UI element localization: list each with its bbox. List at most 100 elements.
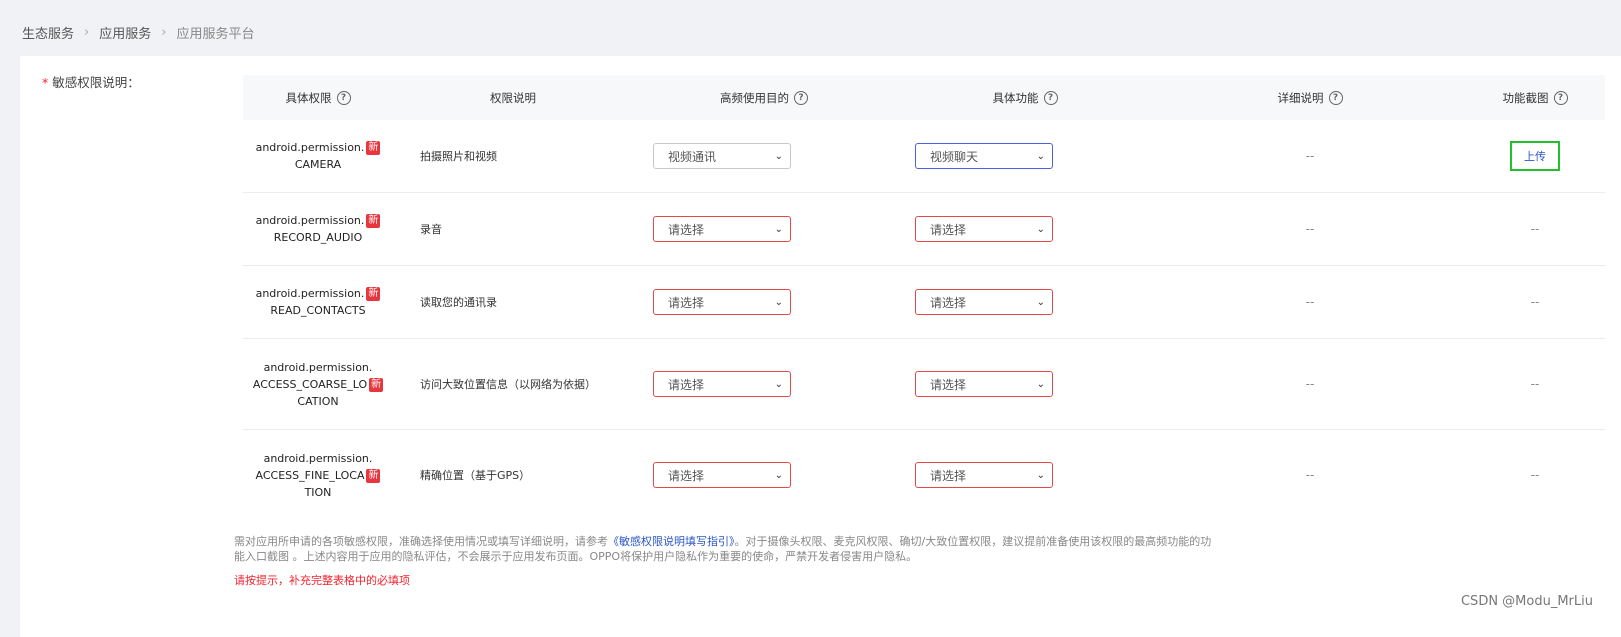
permission-cell: android.permission. 新 READ_CONTACTS — [243, 266, 393, 338]
new-badge: 新 — [366, 287, 381, 301]
screenshot-cell: -- — [1465, 339, 1605, 429]
select-value: 视频通讯 — [668, 149, 717, 164]
chevron-down-icon: ⌄ — [774, 378, 783, 390]
watermark: CSDN @Modu_MrLiu — [1460, 594, 1593, 609]
form-panel: * 敏感权限说明： 具体权限? 权限说明 高频使用目的? 具体功能? 详细说明? … — [20, 56, 1621, 637]
breadcrumb-item-ecosystem[interactable]: 生态服务 — [22, 23, 74, 42]
screenshot-value: -- — [1530, 222, 1540, 236]
permission-prefix: android.permission. — [255, 214, 365, 227]
description-cell: 访问大致位置信息（以网络为依据） — [420, 378, 596, 391]
feature-select[interactable]: 请选择 ⌄ — [915, 216, 1053, 242]
header-permission: 具体权限? — [243, 90, 393, 106]
help-icon[interactable]: ? — [1328, 90, 1343, 105]
breadcrumb-item-current: 应用服务平台 — [176, 26, 255, 42]
table-row: android.permission. 新 CAMERA 拍摄照片和视频 视频通讯… — [243, 120, 1605, 193]
guide-link[interactable]: 《敏感权限说明填写指引》 — [608, 535, 735, 548]
permission-name: android.permission. ACCESS_COARSE_LO 新 CA… — [252, 359, 384, 410]
permission-suffix: ACCESS_FINE_LOCA — [255, 468, 365, 482]
select-value: 视频聊天 — [930, 149, 979, 164]
purpose-cell: 请选择 ⌄ — [633, 193, 895, 265]
permission-prefix: android.permission. — [255, 287, 365, 300]
detail-cell: -- — [1155, 193, 1465, 265]
breadcrumb-separator-icon: › — [84, 24, 90, 40]
permission-suffix: RECORD_AUDIO — [273, 231, 363, 244]
permission-suffix-continued: CATION — [297, 394, 339, 408]
header-description: 权限说明 — [393, 90, 633, 106]
purpose-select[interactable]: 请选择 ⌄ — [653, 216, 791, 242]
select-value: 请选择 — [668, 377, 705, 392]
new-badge: 新 — [369, 377, 384, 392]
permission-name: android.permission. 新 READ_CONTACTS — [256, 285, 381, 319]
help-icon[interactable]: ? — [336, 90, 351, 105]
purpose-select[interactable]: 请选择 ⌄ — [653, 289, 791, 315]
purpose-select[interactable]: 请选择 ⌄ — [653, 371, 791, 397]
detail-cell: -- — [1155, 266, 1465, 338]
chevron-down-icon: ⌄ — [1036, 378, 1045, 390]
purpose-cell: 请选择 ⌄ — [633, 266, 895, 338]
feature-select[interactable]: 视频聊天 ⌄ — [915, 143, 1053, 169]
detail-value: -- — [1305, 222, 1315, 236]
header-label: 权限说明 — [490, 90, 536, 105]
header-feature: 具体功能? — [895, 90, 1155, 106]
screenshot-value: -- — [1530, 377, 1540, 391]
help-icon[interactable]: ? — [1553, 90, 1568, 105]
purpose-select[interactable]: 视频通讯 ⌄ — [653, 143, 791, 169]
table-header: 具体权限? 权限说明 高频使用目的? 具体功能? 详细说明? 功能截图? — [243, 75, 1605, 120]
feature-select[interactable]: 请选择 ⌄ — [915, 371, 1053, 397]
feature-select[interactable]: 请选择 ⌄ — [915, 462, 1053, 488]
select-value: 请选择 — [668, 295, 705, 310]
permission-prefix: android.permission. — [263, 451, 373, 465]
table-row: android.permission. ACCESS_COARSE_LO 新 CA… — [243, 339, 1605, 430]
table-row: android.permission. ACCESS_FINE_LOCA 新 TI… — [243, 430, 1605, 520]
feature-cell: 请选择 ⌄ — [895, 266, 1155, 338]
new-badge: 新 — [366, 468, 381, 483]
screenshot-cell: -- — [1465, 266, 1605, 338]
chevron-down-icon: ⌄ — [1036, 150, 1045, 162]
chevron-down-icon: ⌄ — [1036, 296, 1045, 308]
purpose-select[interactable]: 请选择 ⌄ — [653, 462, 791, 488]
chevron-down-icon: ⌄ — [774, 150, 783, 162]
help-icon[interactable]: ? — [1043, 90, 1058, 105]
header-detail: 详细说明? — [1155, 90, 1465, 106]
help-icon[interactable]: ? — [794, 90, 808, 105]
permission-name: android.permission. 新 RECORD_AUDIO — [256, 212, 381, 246]
chevron-down-icon: ⌄ — [1036, 469, 1045, 481]
permission-suffix: ACCESS_COARSE_LO — [252, 377, 368, 391]
chevron-down-icon: ⌄ — [1036, 223, 1045, 235]
detail-value: -- — [1305, 468, 1315, 482]
purpose-cell: 请选择 ⌄ — [633, 430, 895, 520]
feature-cell: 请选择 ⌄ — [895, 430, 1155, 520]
permission-suffix: CAMERA — [294, 158, 342, 171]
detail-cell: -- — [1155, 120, 1465, 192]
validation-error: 请按提示，补充完整表格中的必填项 — [234, 574, 410, 587]
breadcrumb-item-app-service[interactable]: 应用服务 — [99, 23, 151, 42]
detail-value: -- — [1305, 377, 1315, 391]
detail-cell: -- — [1155, 339, 1465, 429]
permission-cell: android.permission. 新 RECORD_AUDIO — [243, 193, 393, 265]
detail-value: -- — [1305, 295, 1315, 309]
upload-button[interactable]: 上传 — [1510, 141, 1560, 171]
field-label-text: 敏感权限说明： — [52, 75, 140, 90]
feature-select[interactable]: 请选择 ⌄ — [915, 289, 1053, 315]
description-cell: 精确位置（基于GPS） — [420, 469, 531, 482]
header-purpose: 高频使用目的? — [633, 90, 895, 106]
header-label: 功能截图 — [1502, 90, 1549, 105]
breadcrumb-separator-icon: › — [161, 24, 167, 40]
screenshot-cell: -- — [1465, 193, 1605, 265]
select-value: 请选择 — [930, 468, 967, 483]
header-screenshot: 功能截图? — [1465, 90, 1605, 106]
purpose-cell: 请选择 ⌄ — [633, 339, 895, 429]
screenshot-value: -- — [1530, 295, 1540, 309]
permission-name: android.permission. 新 CAMERA — [256, 139, 381, 173]
new-badge: 新 — [366, 214, 381, 228]
table-row: android.permission. 新 RECORD_AUDIO 录音 请选择… — [243, 193, 1605, 266]
sensitive-permission-label: * 敏感权限说明： — [42, 72, 140, 91]
select-value: 请选择 — [668, 222, 705, 237]
select-value: 请选择 — [930, 377, 967, 392]
permission-prefix: android.permission. — [255, 141, 365, 154]
permission-cell: android.permission. ACCESS_FINE_LOCA 新 TI… — [243, 430, 393, 520]
permission-prefix: android.permission. — [263, 360, 373, 374]
select-value: 请选择 — [930, 295, 967, 310]
table-row: android.permission. 新 READ_CONTACTS 读取您的通… — [243, 266, 1605, 339]
permission-suffix: READ_CONTACTS — [270, 304, 366, 317]
